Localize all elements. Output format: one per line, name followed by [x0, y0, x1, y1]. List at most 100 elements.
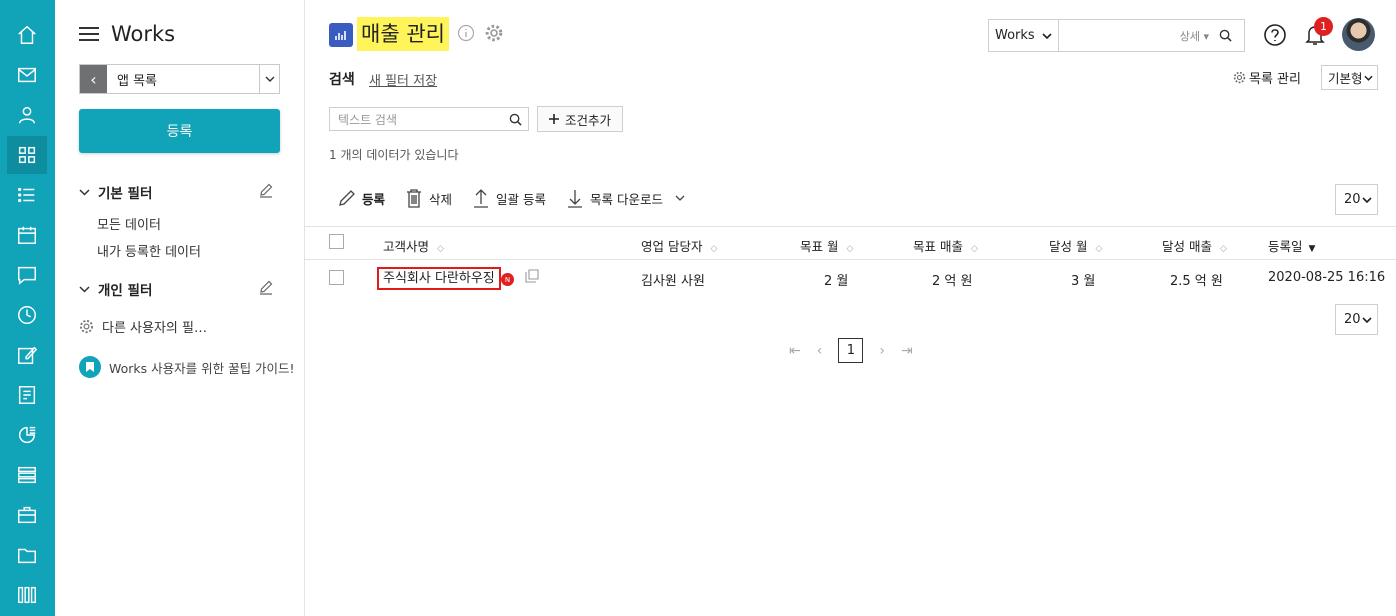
text-search-placeholder: 텍스트 검색: [338, 112, 398, 127]
page-size-value: 20: [1344, 192, 1361, 207]
prev-page-icon[interactable]: ‹: [817, 343, 823, 359]
chevron-down-icon: [675, 195, 685, 201]
personal-filter-title: 개인 필터: [98, 283, 153, 299]
search-icon[interactable]: [509, 113, 522, 126]
report-chart-icon[interactable]: [7, 416, 47, 454]
app-list-select[interactable]: ‹ 앱 목록: [79, 64, 280, 94]
result-count: 1 개의 데이터가 있습니다: [329, 148, 459, 162]
library-icon[interactable]: [7, 576, 47, 614]
last-page-icon[interactable]: ⇥: [901, 343, 913, 359]
filter-my-data[interactable]: 내가 등록한 데이터: [97, 241, 201, 260]
tab-search[interactable]: 검색: [329, 69, 355, 89]
bookmark-icon: [79, 356, 101, 378]
list-manage-label: 목록 관리: [1249, 72, 1301, 87]
page-size-select-bottom[interactable]: 20: [1335, 304, 1378, 335]
chevron-down-icon: [1362, 196, 1372, 203]
mail-icon[interactable]: [7, 56, 47, 94]
achieved-sales-cell: 2.5 억 원: [1170, 274, 1223, 289]
board-edit-icon[interactable]: [7, 336, 47, 374]
chevron-down-icon[interactable]: [259, 65, 279, 93]
guide-label: Works 사용자를 위한 꿀팁 가이드!: [109, 360, 295, 376]
search-detail-label: 상세: [1179, 29, 1200, 43]
app-rail: [0, 0, 55, 616]
menu-icon[interactable]: [79, 26, 99, 42]
view-type-value: 기본형: [1328, 71, 1363, 86]
add-condition-label: 조건추가: [564, 112, 611, 128]
clock-icon[interactable]: [7, 296, 47, 334]
other-users-label: 다른 사용자의 필…: [102, 321, 207, 336]
messenger-icon[interactable]: [7, 256, 47, 294]
first-page-icon[interactable]: ⇤: [789, 343, 801, 359]
customer-name-cell[interactable]: 주식회사 다란하우징: [377, 267, 501, 290]
notification-badge: 1: [1314, 17, 1333, 36]
register-tool-label: 등록: [362, 191, 386, 207]
list-manage-button[interactable]: 목록 관리: [1233, 68, 1301, 87]
calendar-icon[interactable]: [7, 216, 47, 254]
edit-pencil-icon[interactable]: [258, 279, 274, 295]
column-header-achieved-month[interactable]: 달성 월 ◇: [1049, 236, 1102, 255]
column-header-customer[interactable]: 고객사명 ◇: [383, 236, 444, 255]
search-icon[interactable]: [1219, 29, 1232, 42]
bulk-register-button[interactable]: 일괄 등록: [472, 188, 546, 208]
next-page-icon[interactable]: ›: [879, 343, 885, 359]
info-icon[interactable]: [457, 24, 475, 42]
new-badge: N: [501, 273, 514, 286]
text-search-input[interactable]: 텍스트 검색: [329, 107, 529, 131]
page-size-value: 20: [1344, 312, 1361, 327]
other-users-filter[interactable]: 다른 사용자의 필…: [79, 317, 207, 336]
download-list-button[interactable]: 목록 다운로드: [566, 188, 685, 208]
chevron-down-icon: [1364, 75, 1373, 81]
search-input[interactable]: 상세 ▾: [1059, 20, 1244, 51]
approval-icon[interactable]: [7, 376, 47, 414]
download-label: 목록 다운로드: [590, 191, 663, 207]
contacts-icon[interactable]: [7, 96, 47, 134]
page-size-select-top[interactable]: 20: [1335, 184, 1378, 215]
register-tool-button[interactable]: 등록: [338, 188, 385, 208]
chevron-left-icon[interactable]: ‹: [80, 65, 107, 93]
view-type-select[interactable]: 기본형: [1321, 65, 1378, 90]
column-header-target-month[interactable]: 목표 월 ◇: [800, 236, 853, 255]
column-header-target-sales[interactable]: 목표 매출 ◇: [913, 236, 978, 255]
chevron-down-icon: [79, 285, 90, 293]
global-search: Works 상세 ▾: [988, 19, 1245, 52]
filter-all-data[interactable]: 모든 데이터: [97, 214, 161, 233]
gear-icon: [79, 319, 94, 334]
bulk-register-label: 일괄 등록: [496, 191, 547, 207]
basic-filter-header[interactable]: 기본 필터: [79, 182, 152, 202]
home-icon[interactable]: [7, 16, 47, 54]
upload-icon: [474, 189, 489, 208]
chevron-down-icon: [79, 188, 90, 196]
personal-filter-header[interactable]: 개인 필터: [79, 279, 152, 299]
pencil-icon: [339, 190, 355, 206]
list-stack-icon[interactable]: [7, 456, 47, 494]
save-filter-link[interactable]: 새 필터 저장: [369, 70, 437, 89]
search-detail-toggle[interactable]: 상세 ▾: [1180, 28, 1209, 44]
task-list-icon[interactable]: [7, 176, 47, 214]
settings-gear-icon[interactable]: [484, 23, 504, 43]
register-button[interactable]: 등록: [79, 109, 280, 153]
search-scope-select[interactable]: Works: [989, 20, 1059, 51]
open-new-window-icon[interactable]: [525, 269, 539, 283]
manager-cell: 김사원 사원: [641, 274, 705, 289]
delete-button[interactable]: 삭제: [405, 188, 452, 208]
sidebar: Works ‹ 앱 목록 등록 기본 필터 모든 데이터 내가 등록한 데이터 …: [55, 0, 305, 616]
add-condition-button[interactable]: 조건추가: [537, 106, 623, 132]
achieved-month-cell: 3 월: [1071, 274, 1096, 289]
edit-pencil-icon[interactable]: [258, 182, 274, 198]
row-checkbox[interactable]: [329, 270, 344, 285]
folder-icon[interactable]: [7, 536, 47, 574]
guide-link[interactable]: Works 사용자를 위한 꿀팁 가이드!: [79, 356, 295, 378]
table-row[interactable]: 주식회사 다란하우징 N 김사원 사원 2 월 2 억 원 3 월 2.5 억 …: [305, 260, 1396, 298]
select-all-checkbox[interactable]: [329, 234, 344, 249]
current-page[interactable]: 1: [838, 338, 864, 363]
main-content: 매출 관리 Works 상세 ▾ 1 검색 새 필터 저장 목록 관리 기본형 …: [305, 0, 1396, 616]
pagination: ⇤ ‹ 1 › ⇥: [789, 338, 913, 363]
apps-grid-icon[interactable]: [7, 136, 47, 174]
avatar[interactable]: [1342, 18, 1375, 51]
briefcase-icon[interactable]: [7, 496, 47, 534]
column-header-manager[interactable]: 영업 담당자 ◇: [641, 236, 717, 255]
column-header-registered[interactable]: 등록일 ▼: [1268, 236, 1315, 255]
help-icon[interactable]: [1263, 23, 1287, 47]
column-header-achieved-sales[interactable]: 달성 매출 ◇: [1162, 236, 1227, 255]
chevron-down-icon: [1362, 316, 1372, 323]
